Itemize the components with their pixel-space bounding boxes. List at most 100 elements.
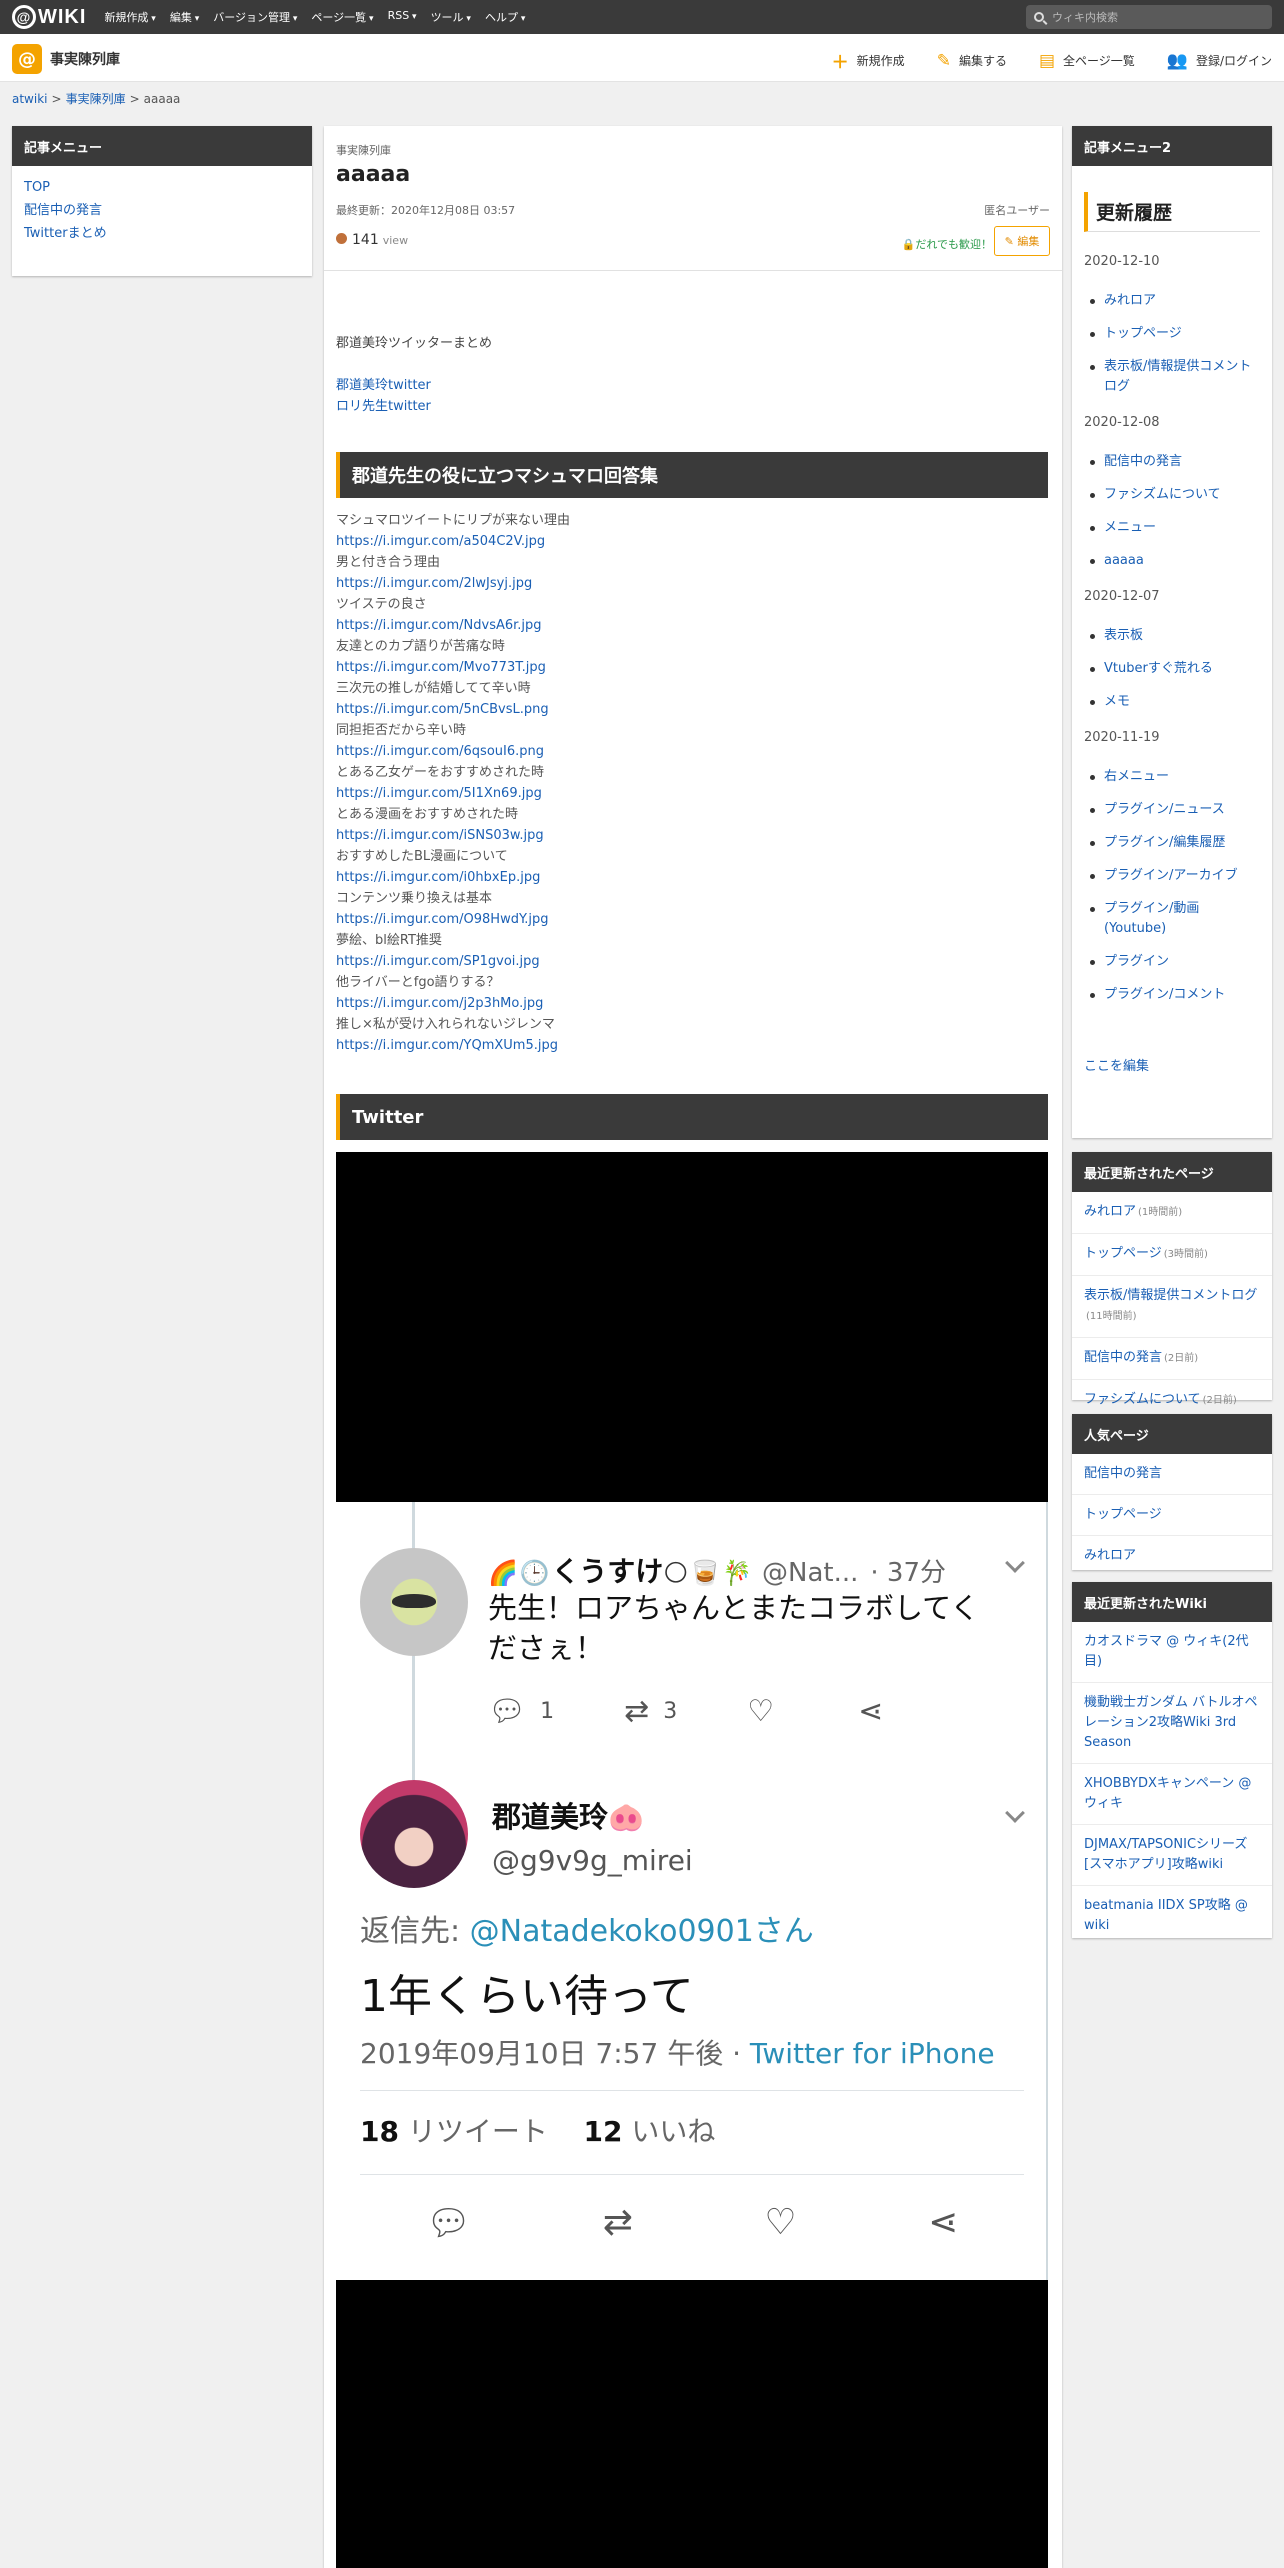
qa-link[interactable]: https://i.imgur.com/O98HwdY.jpg: [336, 909, 1048, 930]
tweet2-date[interactable]: 2019年09月10日 7:57 午後 ·: [360, 2037, 750, 2070]
recent-page-link[interactable]: トップページ: [1084, 1246, 1162, 1261]
recent-wiki-item[interactable]: 機動戦士ガンダム バトルオペレーション2攻略Wiki 3rd Season: [1072, 1683, 1272, 1764]
history-link[interactable]: プラグイン/動画(Youtube): [1104, 901, 1199, 936]
history-link[interactable]: プラグイン: [1104, 954, 1169, 969]
reply-icon[interactable]: 💬︎: [426, 2202, 472, 2244]
qa-link[interactable]: https://i.imgur.com/YQmXUm5.jpg: [336, 1035, 1048, 1056]
edit-button[interactable]: ✎ 編集: [994, 226, 1050, 256]
recent-page-item[interactable]: 配信中の発言 (2日前): [1072, 1338, 1272, 1380]
history-link[interactable]: メモ: [1104, 694, 1130, 709]
retweet-button[interactable]: ⇄ 3: [624, 1694, 677, 1729]
popular-page-item[interactable]: トップページ: [1072, 1495, 1272, 1536]
history-link[interactable]: トップページ: [1104, 326, 1182, 341]
popular-page-link[interactable]: 配信中の発言: [1084, 1466, 1162, 1481]
recent-wiki-link[interactable]: beatmania IIDX SP攻略 @ wiki: [1084, 1898, 1248, 1933]
qa-link[interactable]: https://i.imgur.com/5I1Xn69.jpg: [336, 783, 1048, 804]
avatar[interactable]: [360, 1780, 468, 1888]
recent-wiki-link[interactable]: XHOBBYDXキャンペーン @ ウィキ: [1084, 1776, 1251, 1811]
recent-wiki-item[interactable]: beatmania IIDX SP攻略 @ wiki: [1072, 1886, 1272, 1946]
qa-link[interactable]: https://i.imgur.com/j2p3hMo.jpg: [336, 993, 1048, 1014]
history-link[interactable]: プラグイン/編集履歴: [1104, 835, 1225, 850]
reply-button[interactable]: 💬︎ 1: [488, 1694, 554, 1729]
chevron-down-icon[interactable]: [1005, 1803, 1025, 1823]
nav-pages[interactable]: ページ一覧: [311, 9, 373, 25]
popular-page-item[interactable]: みれロア: [1072, 1536, 1272, 1576]
history-item[interactable]: 表示板: [1084, 626, 1260, 646]
atwiki-logo[interactable]: @ WIKI: [12, 5, 86, 29]
reply-to-link[interactable]: @Natadekoko0901さん: [470, 1914, 814, 1949]
edit-page-button[interactable]: ✎ 編集する: [937, 48, 1007, 73]
history-item[interactable]: プラグイン/ニュース: [1084, 800, 1260, 820]
history-link[interactable]: プラグイン/コメント: [1104, 987, 1225, 1002]
left-menu-twitter[interactable]: Twitterまとめ: [24, 226, 107, 241]
recent-page-item[interactable]: みれロア (1時間前): [1072, 1192, 1272, 1234]
heart-icon[interactable]: ♡: [764, 2202, 796, 2244]
tweet-embed-image[interactable]: [336, 1152, 1048, 1504]
popular-page-link[interactable]: トップページ: [1084, 1507, 1162, 1522]
history-item[interactable]: プラグイン/編集履歴: [1084, 833, 1260, 853]
history-item[interactable]: aaaaa: [1084, 551, 1260, 571]
login-button[interactable]: 👥 登録/ログイン: [1167, 48, 1272, 73]
link-loli-twitter[interactable]: ロリ先生twitter: [336, 395, 431, 414]
history-link[interactable]: メニュー: [1104, 520, 1156, 535]
qa-link[interactable]: https://i.imgur.com/5nCBvsL.png: [336, 699, 1048, 720]
left-menu-live-quotes[interactable]: 配信中の発言: [24, 203, 102, 218]
history-item[interactable]: プラグイン: [1084, 952, 1260, 972]
qa-link[interactable]: https://i.imgur.com/NdvsA6r.jpg: [336, 615, 1048, 636]
history-item[interactable]: メモ: [1084, 692, 1260, 712]
recent-page-link[interactable]: みれロア: [1084, 1204, 1136, 1219]
nav-new[interactable]: 新規作成: [104, 9, 155, 25]
history-link[interactable]: aaaaa: [1104, 553, 1144, 568]
history-item[interactable]: Vtuberすぐ荒れる: [1084, 659, 1260, 679]
rt-label[interactable]: リツイート: [408, 2115, 548, 2148]
like-button[interactable]: ♡: [747, 1694, 788, 1729]
tweet-embed-image[interactable]: [336, 2280, 1048, 2568]
share-button[interactable]: ⋖: [858, 1694, 897, 1729]
retweet-icon[interactable]: ⇄: [603, 2202, 633, 2244]
qa-link[interactable]: https://i.imgur.com/i0hbxEp.jpg: [336, 867, 1048, 888]
history-item[interactable]: プラグイン/コメント: [1084, 985, 1260, 1005]
recent-wiki-link[interactable]: カオスドラマ @ ウィキ(2代目): [1084, 1634, 1249, 1669]
history-link[interactable]: Vtuberすぐ荒れる: [1104, 661, 1213, 676]
tweet2-handle[interactable]: @g9v9g_mirei: [492, 1844, 693, 1877]
edit-menu-link[interactable]: ここを編集: [1084, 1059, 1149, 1074]
history-item[interactable]: プラグイン/アーカイブ: [1084, 866, 1260, 886]
link-mirei-twitter[interactable]: 郡道美玲twitter: [336, 374, 431, 393]
nav-tools[interactable]: ツール: [431, 9, 471, 25]
history-link[interactable]: みれロア: [1104, 293, 1156, 308]
history-item[interactable]: ファシズムについて: [1084, 485, 1260, 505]
recent-page-link[interactable]: 配信中の発言: [1084, 1350, 1162, 1365]
nav-help[interactable]: ヘルプ: [485, 9, 525, 25]
search-icon[interactable]: [1034, 12, 1044, 22]
recent-wiki-link[interactable]: 機動戦士ガンダム バトルオペレーション2攻略Wiki 3rd Season: [1084, 1695, 1258, 1750]
history-item[interactable]: メニュー: [1084, 518, 1260, 538]
search-input[interactable]: [1052, 10, 1252, 24]
history-link[interactable]: 右メニュー: [1104, 769, 1169, 784]
recent-wiki-item[interactable]: DJMAX/TAPSONICシリーズ[スマホアプリ]攻略wiki: [1072, 1825, 1272, 1886]
qa-link[interactable]: https://i.imgur.com/2lwJsyj.jpg: [336, 573, 1048, 594]
recent-wiki-item[interactable]: XHOBBYDXキャンペーン @ ウィキ: [1072, 1764, 1272, 1825]
history-link[interactable]: 配信中の発言: [1104, 454, 1182, 469]
breadcrumb-site[interactable]: 事実陳列庫: [66, 92, 126, 106]
popular-page-item[interactable]: 配信中の発言: [1072, 1454, 1272, 1495]
history-link[interactable]: ファシズムについて: [1104, 487, 1221, 502]
popular-page-link[interactable]: みれロア: [1084, 1548, 1136, 1563]
recent-page-item[interactable]: トップページ (3時間前): [1072, 1234, 1272, 1276]
recent-page-link[interactable]: 表示板/情報提供コメントログ: [1084, 1288, 1257, 1303]
history-item[interactable]: 配信中の発言: [1084, 452, 1260, 472]
qa-link[interactable]: https://i.imgur.com/a504C2V.jpg: [336, 531, 1048, 552]
history-link[interactable]: プラグイン/アーカイブ: [1104, 868, 1238, 883]
new-page-button[interactable]: ＋ 新規作成: [832, 48, 905, 73]
tweet2-source[interactable]: Twitter for iPhone: [750, 2037, 995, 2070]
avatar[interactable]: [360, 1548, 468, 1656]
history-link[interactable]: 表示板: [1104, 628, 1143, 643]
tweet1-handle[interactable]: @Nat...: [762, 1558, 858, 1588]
qa-link[interactable]: https://i.imgur.com/SP1gvoi.jpg: [336, 951, 1048, 972]
tweet-embed[interactable]: 🌈🕒 くうすけ 🌕🥃🎋 @Nat... · 37分 先生！ロアちゃんとまたコラボ…: [336, 1502, 1048, 2282]
history-item[interactable]: 右メニュー: [1084, 767, 1260, 787]
nav-version[interactable]: バージョン管理: [213, 9, 297, 25]
recent-wiki-link[interactable]: DJMAX/TAPSONICシリーズ[スマホアプリ]攻略wiki: [1084, 1837, 1247, 1872]
history-item[interactable]: みれロア: [1084, 291, 1260, 311]
all-pages-button[interactable]: ▤ 全ページ一覧: [1039, 48, 1135, 73]
breadcrumb-atwiki[interactable]: atwiki: [12, 92, 48, 106]
